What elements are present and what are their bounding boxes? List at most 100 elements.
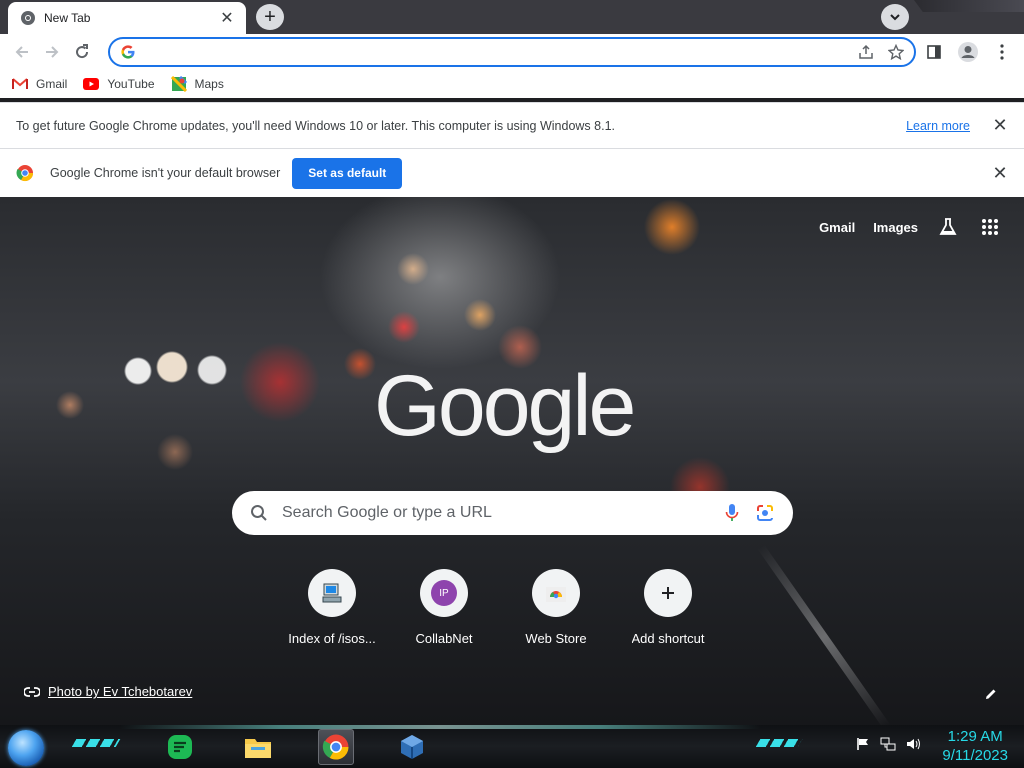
shortcut-tile [308,569,356,617]
bookmark-youtube[interactable]: YouTube [83,77,155,91]
apps-grid-icon [982,219,998,235]
taskbar: 1:29 AM 9/11/2023 [0,725,1024,768]
shortcut-web-store[interactable]: Web Store [512,569,600,646]
taskbar-clock[interactable]: 1:29 AM 9/11/2023 [942,727,1008,765]
file-explorer-icon [245,739,271,758]
system-tray [856,737,922,751]
set-as-default-button[interactable]: Set as default [292,157,403,189]
tab-search-button[interactable] [881,4,909,30]
taskbar-chrome[interactable] [318,729,354,765]
plus-icon [662,587,674,599]
gmail-icon [12,78,28,89]
close-infobar-icon[interactable]: ✕ [988,114,1012,138]
images-link[interactable]: Images [873,220,918,235]
toolbar [0,34,1024,70]
side-panel-button[interactable] [920,38,948,66]
bookmark-maps[interactable]: Maps [170,76,224,92]
shortcut-tile [532,569,580,617]
ntp-search-box[interactable]: Search Google or type a URL [232,491,793,535]
network-icon[interactable] [880,737,896,751]
customize-button[interactable] [980,683,1002,705]
new-tab-button[interactable]: + [256,4,284,30]
update-infobar-message: To get future Google Chrome updates, you… [16,118,615,133]
tab-title: New Tab [44,11,91,25]
pencil-icon [986,689,996,699]
window-frame-decoration [914,0,1024,12]
search-placeholder: Search Google or type a URL [282,504,492,521]
arrow-right-icon [46,46,59,58]
gmail-link[interactable]: Gmail [819,220,855,235]
back-button[interactable] [7,37,37,67]
microphone-icon[interactable] [725,503,739,523]
ntp-top-links: Gmail Images [819,215,1002,239]
google-lens-icon[interactable] [755,503,775,523]
shortcut-label: Add shortcut [631,631,705,646]
bookmark-label: Gmail [36,77,68,91]
virtualbox-icon [401,735,423,759]
reload-icon [76,44,89,59]
shortcut-label: Index of /isos... [288,631,376,646]
google-logo: Google [374,358,636,454]
photo-credit[interactable]: Photo by Ev Tchebotarev [24,684,192,699]
taskbar-glow-decoration [120,725,760,729]
update-infobar: To get future Google Chrome updates, you… [0,102,1024,148]
computer-icon [322,583,342,603]
side-panel-icon [927,45,941,59]
profile-avatar-icon [958,42,978,62]
taskbar-decoration [71,739,121,747]
bookmarks-bar: Gmail YouTube Maps [0,70,1024,98]
flask-icon [939,218,957,235]
chevron-down-icon [890,14,900,21]
google-g-icon [121,45,135,59]
chrome-icon [322,734,349,760]
photo-credit-text: Photo by Ev Tchebotarev [48,684,193,699]
clock-time: 1:29 AM [947,728,1003,745]
close-tab-icon[interactable]: ✕ [218,9,236,27]
bookmark-label: Maps [194,77,224,91]
reload-button[interactable] [67,37,97,67]
taskbar-decoration [755,739,803,747]
link-icon [24,686,40,697]
chrome-logo-icon [16,165,34,182]
taskbar-file-explorer[interactable] [240,729,276,765]
omnibox[interactable] [108,37,916,67]
shortcuts-grid: Index of /isos... IP CollabNet Web Store… [288,569,712,646]
shortcut-tile [644,569,692,617]
start-button[interactable] [8,730,44,766]
clock-date: 9/11/2023 [942,747,1008,764]
shortcut-add[interactable]: Add shortcut [624,569,712,646]
background-photo-decoration [757,544,891,725]
action-center-flag-icon[interactable] [856,737,870,751]
menu-button[interactable] [988,38,1016,66]
volume-icon[interactable] [906,737,922,751]
apps-button[interactable] [978,215,1002,239]
webstore-icon [546,587,566,602]
search-icon [251,505,267,521]
profile-button[interactable] [954,38,982,66]
default-browser-message: Google Chrome isn't your default browser [50,166,281,180]
omnibox-input[interactable] [142,41,858,63]
new-tab-page: Gmail Images Google Search Google or typ… [0,197,1024,725]
share-icon[interactable] [858,44,874,60]
close-infobar-icon[interactable]: ✕ [988,161,1012,185]
tab-strip: New Tab ✕ + [0,0,1024,34]
ip-avatar-icon: IP [431,580,457,606]
tab-new-tab[interactable]: New Tab ✕ [8,2,246,34]
bookmark-gmail[interactable]: Gmail [12,77,67,91]
taskbar-notes-app[interactable] [162,729,198,765]
labs-button[interactable] [936,215,960,239]
chrome-favicon-icon [21,11,35,25]
shortcut-label: CollabNet [415,631,473,646]
shortcut-label: Web Store [525,631,587,646]
shortcut-tile: IP [420,569,468,617]
taskbar-virtualbox[interactable] [394,729,430,765]
arrow-left-icon [15,46,28,58]
bookmark-star-icon[interactable] [888,44,904,60]
shortcut-collabnet[interactable]: IP CollabNet [400,569,488,646]
forward-button[interactable] [37,37,67,67]
bookmark-label: YouTube [107,77,155,91]
notes-app-icon [168,735,192,759]
kebab-menu-icon [1000,44,1004,60]
shortcut-index-of-isos[interactable]: Index of /isos... [288,569,376,646]
learn-more-link[interactable]: Learn more [906,119,970,133]
